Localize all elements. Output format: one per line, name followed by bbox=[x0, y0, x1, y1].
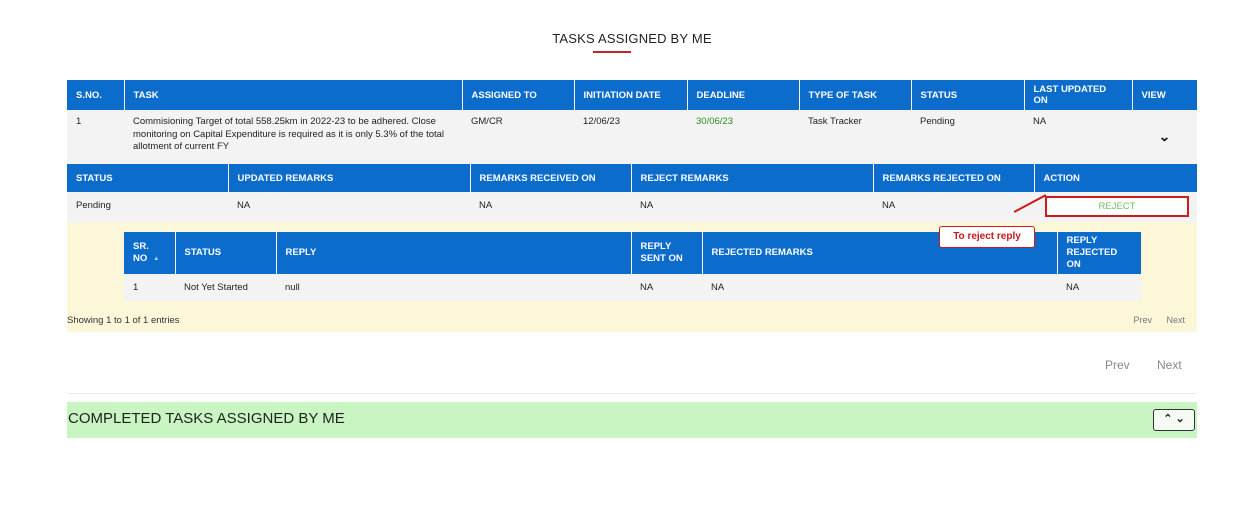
col-sr-no-label: SR. NO bbox=[133, 241, 149, 264]
cell-reject-remarks: NA bbox=[631, 192, 873, 222]
reply-next-link[interactable]: Next bbox=[1166, 315, 1185, 325]
table-row: 1 Commisioning Target of total 558.25km … bbox=[67, 110, 1197, 164]
col-reply[interactable]: REPLY bbox=[276, 232, 632, 274]
tasks-table: S.NO. TASK ASSIGNED TO INITIATION DATE D… bbox=[67, 80, 1197, 164]
col-sno[interactable]: S.NO. bbox=[67, 80, 125, 110]
cell-updated-remarks: NA bbox=[228, 192, 470, 222]
cell-last-updated: NA bbox=[1024, 110, 1132, 164]
cell-status: Pending bbox=[911, 110, 1024, 164]
table-row: Pending NA NA NA NA REJECT bbox=[67, 192, 1197, 222]
sort-asc-icon: ▲ bbox=[153, 256, 160, 262]
table-row: 1 Not Yet Started null NA NA NA bbox=[124, 274, 1141, 301]
col-view: VIEW bbox=[1132, 80, 1197, 110]
cell-sno: 1 bbox=[67, 110, 124, 164]
cell-status: Pending bbox=[67, 192, 228, 222]
double-chevron-up-icon: ⌃ bbox=[1163, 413, 1173, 425]
cell-action: REJECT bbox=[1034, 192, 1197, 222]
cell-sr-no: 1 bbox=[124, 274, 175, 301]
col-reply-rejected-on[interactable]: REPLY REJECTED ON bbox=[1057, 232, 1141, 274]
col-status[interactable]: STATUS bbox=[911, 80, 1025, 110]
col-updated-remarks: UPDATED REMARKS bbox=[228, 164, 471, 192]
cell-remarks-rejected-on: NA bbox=[873, 192, 1034, 222]
section-divider bbox=[67, 393, 1197, 394]
cell-reply: null bbox=[276, 274, 631, 301]
task-panel: S.NO. TASK ASSIGNED TO INITIATION DATE D… bbox=[67, 80, 1197, 332]
col-sr-no[interactable]: SR. NO ▲ bbox=[124, 232, 176, 274]
cell-reply-rejected-on: NA bbox=[1057, 274, 1141, 301]
col-remarks-received-on: REMARKS RECEIVED ON bbox=[470, 164, 632, 192]
completed-section-header[interactable]: COMPLETED TASKS ASSIGNED BY ME ⌃ ⌄ bbox=[67, 402, 1197, 438]
title-underline bbox=[593, 51, 631, 53]
cell-rejected-remarks: NA bbox=[702, 274, 1057, 301]
expand-collapse-button[interactable]: ⌃ ⌄ bbox=[1153, 409, 1195, 431]
col-last-updated[interactable]: LAST UPDATED ON bbox=[1024, 80, 1133, 110]
prev-page-link[interactable]: Prev bbox=[1105, 358, 1130, 372]
col-status[interactable]: STATUS bbox=[175, 232, 277, 274]
double-chevron-down-icon: ⌄ bbox=[1175, 413, 1185, 425]
cell-assigned-to: GM/CR bbox=[462, 110, 574, 164]
col-type-of-task[interactable]: TYPE OF TASK bbox=[799, 80, 912, 110]
col-initiation-date[interactable]: INITIATION DATE bbox=[574, 80, 688, 110]
reject-tooltip: To reject reply bbox=[939, 226, 1035, 248]
tasks-header-row: S.NO. TASK ASSIGNED TO INITIATION DATE D… bbox=[67, 80, 1197, 110]
page-title: TASKS ASSIGNED BY ME bbox=[552, 31, 712, 46]
cell-view: ⌄ bbox=[1132, 110, 1197, 164]
col-reject-remarks: REJECT REMARKS bbox=[631, 164, 874, 192]
cell-remarks-received-on: NA bbox=[470, 192, 631, 222]
status-table: STATUS UPDATED REMARKS REMARKS RECEIVED … bbox=[67, 164, 1197, 222]
reply-prev-link[interactable]: Prev bbox=[1133, 315, 1152, 325]
entries-info: Showing 1 to 1 of 1 entries bbox=[67, 315, 180, 326]
double-chevron-down-icon[interactable]: ⌄ bbox=[1159, 130, 1171, 144]
cell-initiation-date: 12/06/23 bbox=[574, 110, 687, 164]
col-assigned-to[interactable]: ASSIGNED TO bbox=[462, 80, 575, 110]
col-remarks-rejected-on: REMARKS REJECTED ON bbox=[873, 164, 1035, 192]
cell-reply-sent-on: NA bbox=[631, 274, 702, 301]
cell-status: Not Yet Started bbox=[175, 274, 276, 301]
cell-deadline: 30/06/23 bbox=[687, 110, 799, 164]
cell-task: Commisioning Target of total 558.25km in… bbox=[124, 110, 462, 164]
status-header-row: STATUS UPDATED REMARKS REMARKS RECEIVED … bbox=[67, 164, 1197, 192]
completed-section-title: COMPLETED TASKS ASSIGNED BY ME bbox=[68, 410, 345, 427]
col-action: ACTION bbox=[1034, 164, 1197, 192]
next-page-link[interactable]: Next bbox=[1157, 358, 1182, 372]
col-deadline[interactable]: DEADLINE bbox=[687, 80, 800, 110]
col-status: STATUS bbox=[67, 164, 229, 192]
col-task[interactable]: TASK bbox=[124, 80, 463, 110]
cell-type-of-task: Task Tracker bbox=[799, 110, 911, 164]
reject-button[interactable]: REJECT bbox=[1045, 196, 1189, 217]
col-reply-sent-on[interactable]: REPLY SENT ON bbox=[631, 232, 703, 274]
